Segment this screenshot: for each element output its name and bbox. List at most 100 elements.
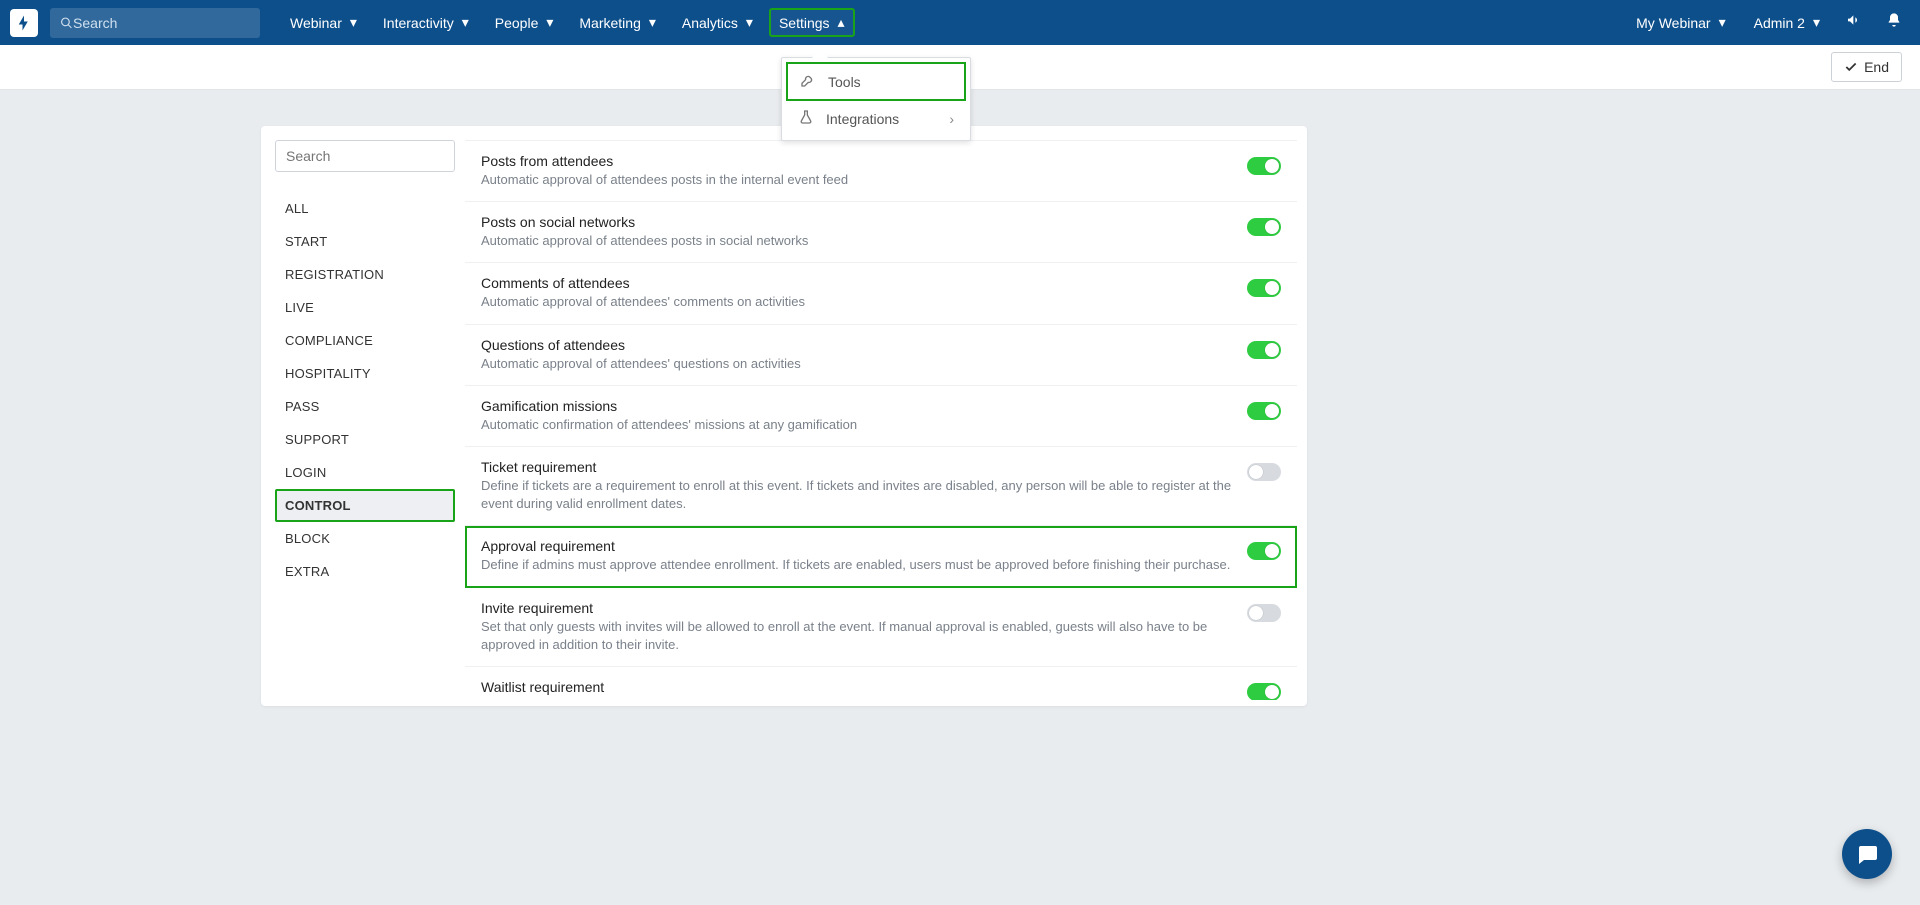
setting-row: Posts on social networks Automatic approv… [465, 202, 1297, 263]
setting-toggle[interactable] [1247, 604, 1281, 622]
search-icon [60, 16, 73, 30]
chevron-down-icon: ▾ [1813, 14, 1820, 31]
setting-title: Approval requirement [481, 538, 1235, 554]
toggle-knob [1265, 159, 1279, 173]
toggle-knob [1265, 220, 1279, 234]
setting-title: Questions of attendees [481, 337, 1235, 353]
nav-item-webinar[interactable]: Webinar▾ [280, 8, 367, 37]
logo-icon [15, 14, 33, 32]
end-button[interactable]: End [1831, 52, 1902, 82]
setting-row: Questions of attendees Automatic approval… [465, 325, 1297, 386]
setting-description: Define if tickets are a requirement to e… [481, 477, 1235, 513]
end-button-label: End [1864, 59, 1889, 75]
nav-item-label: Marketing [579, 15, 640, 31]
sidebar-item-block[interactable]: BLOCK [275, 522, 455, 555]
nav-item-label: Interactivity [383, 15, 454, 31]
setting-row: Ticket requirement Define if tickets are … [465, 447, 1297, 526]
settings-dropdown: Tools Integrations› [781, 57, 971, 141]
sidebar-item-login[interactable]: LOGIN [275, 456, 455, 489]
setting-description: Automatic approval of attendees' comment… [481, 293, 1235, 311]
chevron-down-icon: ▾ [546, 14, 553, 31]
right-nav: My Webinar ▾ Admin 2 ▾ [1626, 6, 1910, 39]
sidebar-search-input[interactable] [275, 140, 455, 172]
context-label: My Webinar [1636, 15, 1710, 31]
setting-title: Ticket requirement [481, 459, 1235, 475]
chevron-down-icon: ▾ [350, 14, 357, 31]
sidebar-item-registration[interactable]: REGISTRATION [275, 258, 455, 291]
nav-item-marketing[interactable]: Marketing ▾ [569, 8, 666, 37]
dropdown-item-tools[interactable]: Tools [786, 62, 966, 101]
chevron-down-icon: ▾ [649, 14, 656, 31]
global-search[interactable] [50, 8, 260, 38]
setting-toggle[interactable] [1247, 683, 1281, 700]
main-nav: Webinar▾ Interactivity ▾ People ▾ Marketing ▾ A… [280, 8, 855, 37]
sidebar-item-support[interactable]: SUPPORT [275, 423, 455, 456]
dropdown-item-integrations[interactable]: Integrations› [786, 101, 966, 136]
setting-title: Invite requirement [481, 600, 1235, 616]
chat-icon [1855, 842, 1879, 866]
setting-description: Automatic approval of attendees posts in… [481, 232, 1235, 250]
chevron-up-icon: ▴ [838, 14, 845, 31]
nav-item-settings[interactable]: Settings ▴ [769, 8, 855, 37]
settings-sidebar: ALLSTARTREGISTRATIONLIVECOMPLIANCEHOSPIT… [275, 140, 465, 700]
global-search-input[interactable] [73, 15, 250, 31]
nav-item-label: Settings [779, 15, 830, 31]
toggle-knob [1265, 685, 1279, 699]
sidebar-item-extra[interactable]: EXTRA [275, 555, 455, 588]
sidebar-item-compliance[interactable]: COMPLIANCE [275, 324, 455, 357]
nav-item-interactivity[interactable]: Interactivity ▾ [373, 8, 479, 37]
setting-description: Automatic approval of attendees posts in… [481, 171, 1235, 189]
wrench-icon [800, 72, 816, 91]
setting-description: Automatic confirmation of attendees' mis… [481, 416, 1235, 434]
setting-title: Comments of attendees [481, 275, 1235, 291]
sidebar-item-start[interactable]: START [275, 225, 455, 258]
setting-row: Comments of attendees Automatic approval … [465, 263, 1297, 324]
sidebar-item-all[interactable]: ALL [275, 192, 455, 225]
setting-toggle[interactable] [1247, 463, 1281, 481]
user-label: Admin 2 [1754, 15, 1805, 31]
setting-row: Approval requirement Define if admins mus… [465, 526, 1297, 587]
toggle-knob [1265, 343, 1279, 357]
setting-toggle[interactable] [1247, 218, 1281, 236]
announcements-button[interactable] [1838, 6, 1870, 39]
context-switcher[interactable]: My Webinar ▾ [1626, 8, 1735, 37]
setting-title: Waitlist requirement [481, 679, 1235, 695]
user-menu[interactable]: Admin 2 ▾ [1744, 8, 1830, 37]
notifications-button[interactable] [1878, 6, 1910, 39]
nav-item-analytics[interactable]: Analytics▾ [672, 8, 763, 37]
dropdown-item-label: Tools [828, 74, 861, 90]
settings-content[interactable]: Posts from attendees Automatic approval o… [465, 140, 1297, 700]
setting-toggle[interactable] [1247, 402, 1281, 420]
sidebar-item-live[interactable]: LIVE [275, 291, 455, 324]
setting-toggle[interactable] [1247, 279, 1281, 297]
setting-row: Posts from attendees Automatic approval o… [465, 141, 1297, 202]
nav-item-label: Analytics [682, 15, 738, 31]
check-icon [1844, 60, 1858, 74]
setting-row: Waitlist requirement Define if guests can… [465, 667, 1297, 700]
sidebar-item-pass[interactable]: PASS [275, 390, 455, 423]
toggle-knob [1265, 281, 1279, 295]
setting-description: Define if guests can be added to the eve… [481, 697, 1235, 700]
dropdown-item-label: Integrations [826, 111, 899, 127]
chevron-down-icon: ▾ [462, 14, 469, 31]
setting-title: Posts on social networks [481, 214, 1235, 230]
app-logo[interactable] [10, 9, 38, 37]
top-navbar: Webinar▾Interactivity▾People▾Marketing▾A… [0, 0, 1920, 45]
setting-toggle[interactable] [1247, 542, 1281, 560]
megaphone-icon [1846, 12, 1862, 28]
nav-item-label: People [495, 15, 539, 31]
setting-toggle[interactable] [1247, 157, 1281, 175]
sidebar-item-control[interactable]: CONTROL [275, 489, 455, 522]
toggle-knob [1249, 465, 1263, 479]
nav-item-people[interactable]: People ▾ [485, 8, 564, 37]
setting-title: Gamification missions [481, 398, 1235, 414]
sidebar-item-hospitality[interactable]: HOSPITALITY [275, 357, 455, 390]
toggle-knob [1265, 404, 1279, 418]
setting-row: Gamification missions Automatic confirmat… [465, 386, 1297, 447]
setting-description: Define if admins must approve attendee e… [481, 556, 1235, 574]
setting-description: Automatic approval of attendees' questio… [481, 355, 1235, 373]
setting-title: Posts from attendees [481, 153, 1235, 169]
chevron-down-icon: ▾ [1719, 14, 1726, 31]
support-chat-button[interactable] [1842, 829, 1892, 879]
setting-toggle[interactable] [1247, 341, 1281, 359]
